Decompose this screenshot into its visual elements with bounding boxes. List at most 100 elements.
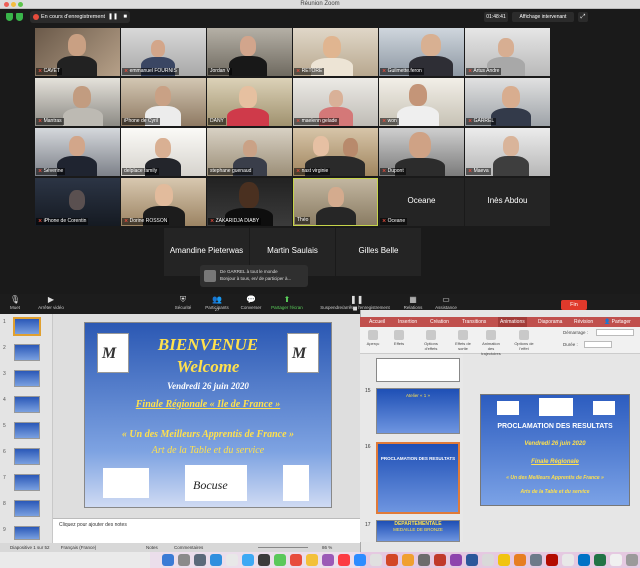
slide-thumbnail[interactable] [14, 500, 40, 517]
effect-settings-button[interactable]: Options de l'effet [513, 330, 535, 351]
acrobat-icon[interactable] [546, 554, 558, 566]
video-tile[interactable]: Inès Abdou [465, 178, 550, 226]
app-icon[interactable] [482, 554, 494, 566]
zoom-icon[interactable] [354, 554, 366, 566]
outlook-icon[interactable] [578, 554, 590, 566]
video-tile[interactable]: ⨯ Mantras [35, 78, 120, 126]
slide-thumbnail[interactable] [376, 358, 460, 382]
slide-thumbnail[interactable] [14, 396, 40, 413]
slide-thumbnail[interactable] [14, 318, 40, 335]
duration-input[interactable] [584, 341, 612, 348]
slide-thumbnail[interactable] [14, 370, 40, 387]
notes-toggle-button[interactable]: Notes [146, 543, 158, 552]
app-icon[interactable] [514, 554, 526, 566]
slide-thumbnail[interactable] [14, 422, 40, 439]
video-tile[interactable]: ⨯ Séverine [35, 128, 120, 176]
word-icon[interactable] [466, 554, 478, 566]
video-tile-active-speaker[interactable]: Théo [293, 178, 378, 226]
zoom-level[interactable]: 86 % [322, 543, 332, 552]
calendar-icon[interactable] [562, 554, 574, 566]
chat-notification[interactable]: De GARREL à tout le monde Bonjour à tous… [200, 265, 308, 287]
current-slide[interactable]: M M BIENVENUE Welcome Vendredi 26 juin 2… [84, 322, 332, 508]
tab-accueil[interactable]: Accueil [369, 317, 385, 327]
video-tile[interactable]: Gilles Belle [336, 228, 421, 276]
video-tile[interactable]: ⨯ Maeva [465, 128, 550, 176]
zoom-slider[interactable] [258, 547, 308, 548]
effects-button[interactable]: Effets [388, 330, 410, 346]
video-tile[interactable]: ⨯ nast virginie [293, 128, 378, 176]
video-tile[interactable]: ⨯ GARREL [465, 78, 550, 126]
effect-options-button[interactable]: Options d'effets [420, 330, 442, 351]
podcasts-icon[interactable] [322, 554, 334, 566]
motion-paths-button[interactable]: Animation des trajectoires [480, 330, 502, 356]
start-select[interactable] [596, 329, 634, 336]
app-icon[interactable] [258, 554, 270, 566]
video-tile[interactable]: ⨯ Artus Andre [465, 28, 550, 76]
fullscreen-icon[interactable]: ⤢ [578, 12, 588, 22]
video-tile[interactable]: ⨯ CAVET [35, 28, 120, 76]
comments-toggle-button[interactable]: Commentaires [174, 543, 203, 552]
slide-thumbnail[interactable] [14, 448, 40, 465]
app-store-icon[interactable] [210, 554, 222, 566]
stop-recording-icon[interactable]: ■ [123, 11, 127, 23]
video-tile[interactable]: Jordan V [207, 28, 292, 76]
video-tile[interactable]: ⨯ emmanuel FOURNIS [121, 28, 206, 76]
video-tile[interactable]: DANY [207, 78, 292, 126]
share-screen-button[interactable]: ⬆ Partager l'écran [266, 295, 308, 310]
app-icon[interactable] [370, 554, 382, 566]
recording-control-button[interactable]: ❚❚ ■ Suspendre/arrêter l'enregistrement [310, 295, 400, 313]
video-tile[interactable]: delplace family [121, 128, 206, 176]
app-icon[interactable] [402, 554, 414, 566]
preview-button[interactable]: Aperçu [362, 330, 384, 346]
app-icon[interactable] [290, 554, 302, 566]
tab-diaporama[interactable]: Diaporama [538, 317, 562, 327]
app-icon[interactable] [530, 554, 542, 566]
slide-thumbnail[interactable] [14, 474, 40, 491]
video-tile[interactable]: ⨯ won [379, 78, 464, 126]
tab-creation[interactable]: Création [430, 317, 449, 327]
slide-thumbnail-selected[interactable]: PROCLAMATION DES RESULTATS [376, 442, 460, 514]
photos-icon[interactable] [226, 554, 238, 566]
messages-icon[interactable] [274, 554, 286, 566]
notes-pane[interactable]: Cliquez pour ajouter des notes [53, 518, 360, 543]
trash-icon[interactable] [626, 554, 638, 566]
slide-thumbnail[interactable] [14, 344, 40, 361]
video-tile[interactable]: Oceane ⨯ Oceane [379, 178, 464, 226]
video-tile[interactable]: ⨯ RETORE [293, 28, 378, 76]
language-indicator[interactable]: Français (France) [61, 545, 97, 550]
finder-icon[interactable] [162, 554, 174, 566]
excel-icon[interactable] [594, 554, 606, 566]
tab-transitions[interactable]: Transitions [462, 317, 486, 327]
current-slide[interactable]: PROCLAMATION DES RESULTATS Vendredi 26 j… [480, 394, 630, 506]
launchpad-icon[interactable] [178, 554, 190, 566]
pause-recording-icon[interactable]: ❚❚ [108, 11, 118, 23]
app-icon[interactable] [610, 554, 622, 566]
video-tile[interactable]: ⨯ ZAKARIDJA DIABY [207, 178, 292, 226]
app-icon[interactable] [434, 554, 446, 566]
tab-animations[interactable]: Animations [498, 317, 527, 327]
rocket-icon[interactable] [194, 554, 206, 566]
safari-icon[interactable] [242, 554, 254, 566]
video-tile[interactable]: ⨯ Guilmette.feron [379, 28, 464, 76]
exit-effects-button[interactable]: Effets de sortie [452, 330, 474, 351]
end-meeting-button[interactable]: Fin [561, 300, 587, 310]
music-icon[interactable] [338, 554, 350, 566]
stop-video-button[interactable]: ▶ Arrêter vidéo [30, 295, 72, 310]
video-tile[interactable]: stephane guenaud [207, 128, 292, 176]
video-tile[interactable]: ⨯ maelenn gelade [293, 78, 378, 126]
slide-thumbnail[interactable]: DEPARTEMENTALE MEDAILLE DE BRONZE [376, 520, 460, 542]
speaker-view-button[interactable]: Affichage intervenant [512, 12, 574, 22]
video-tile[interactable]: iPhone de Cyril [121, 78, 206, 126]
share-button[interactable]: 👤 Partager [604, 317, 631, 327]
video-tile[interactable]: ⨯ Dorine ROSSON [121, 178, 206, 226]
powerpoint-icon[interactable] [386, 554, 398, 566]
help-button[interactable]: ▭ Assistance [425, 295, 467, 310]
app-icon[interactable] [450, 554, 462, 566]
app-icon[interactable] [498, 554, 510, 566]
slide-thumbnail[interactable] [14, 526, 40, 540]
video-tile[interactable]: ⨯ Dupont [379, 128, 464, 176]
tab-revision[interactable]: Révision [574, 317, 593, 327]
tab-insertion[interactable]: Insertion [398, 317, 417, 327]
app-icon[interactable] [418, 554, 430, 566]
slide-thumbnail[interactable]: Atelier « 1 » [376, 388, 460, 434]
